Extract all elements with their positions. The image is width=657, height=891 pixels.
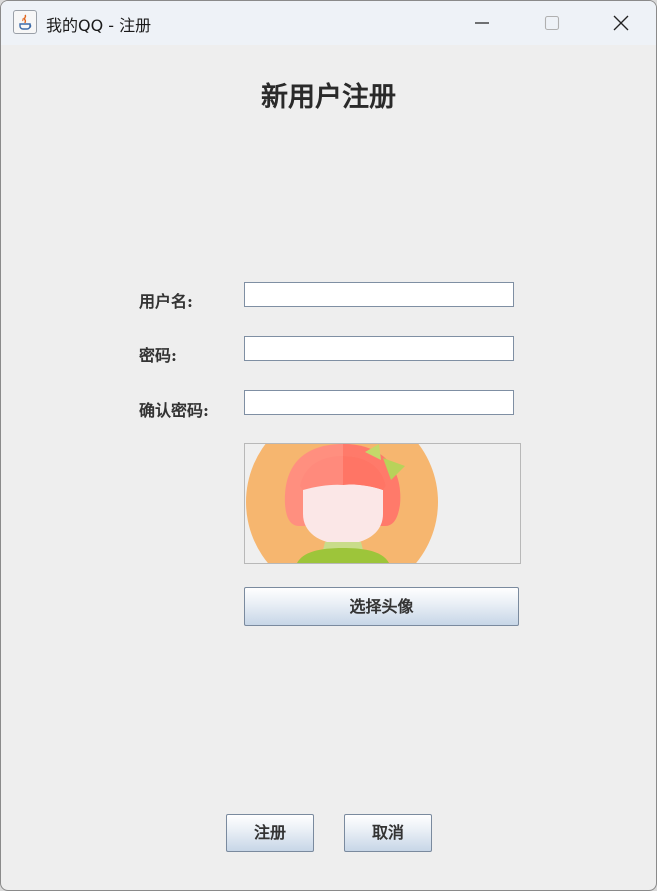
username-label: 用户名: [139, 292, 193, 311]
confirm-password-input[interactable] [244, 390, 514, 415]
maximize-button[interactable] [517, 1, 587, 45]
page-title: 新用户注册 [261, 82, 396, 113]
java-app-icon [13, 10, 37, 34]
confirm-password-label: 确认密码: [139, 401, 209, 420]
close-icon [613, 15, 629, 31]
avatar-image [246, 444, 438, 563]
maximize-icon [544, 15, 560, 31]
title-bar[interactable]: 我的QQ - 注册 [1, 1, 656, 45]
cancel-button[interactable]: 取消 [344, 814, 432, 852]
minimize-icon [475, 22, 489, 24]
register-button[interactable]: 注册 [226, 814, 314, 852]
window-title: 我的QQ - 注册 [46, 16, 152, 35]
password-input[interactable] [244, 336, 514, 361]
password-label: 密码: [139, 346, 177, 365]
register-window: 我的QQ - 注册 新用户注册 用户名: 密码: 确认密码: 选择头像 注册 取… [0, 0, 657, 891]
choose-avatar-button[interactable]: 选择头像 [244, 587, 519, 626]
avatar-preview [244, 443, 521, 564]
minimize-button[interactable] [447, 1, 517, 45]
close-button[interactable] [586, 1, 656, 45]
username-input[interactable] [244, 282, 514, 307]
